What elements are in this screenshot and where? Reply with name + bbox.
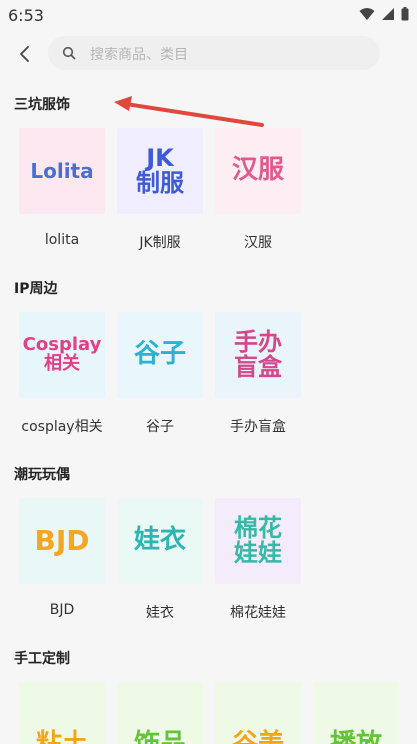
category-thumb: Lolita (19, 128, 105, 214)
category-thumb: 娃衣 (117, 498, 203, 584)
category-label: 手办盲盒 (230, 419, 286, 435)
category-item[interactable]: 饰品 (112, 682, 212, 744)
category-label: cosplay相关 (21, 419, 103, 435)
thumb-art: Cosplay 相关 (22, 334, 102, 374)
section-sankeng: 三坑服饰 Lolita lolita JK 制服 JK制服 汉服 汉服 (0, 80, 417, 264)
category-thumb: 手办 盲盒 (215, 312, 301, 398)
thumb-art: 汉服 (231, 155, 284, 186)
category-item[interactable]: 手办 盲盒 手办盲盒 (210, 312, 310, 442)
thumb-art: Lolita (30, 158, 94, 183)
signal-icon (382, 8, 394, 20)
top-bar: 搜索商品、类目 (0, 30, 417, 78)
category-thumb: 汉服 (215, 128, 301, 214)
thumb-art: 饰品 (134, 731, 186, 744)
category-item[interactable]: 播放 (308, 682, 408, 744)
section-title: 潮玩玩偶 (14, 467, 70, 483)
chevron-left-icon (20, 46, 29, 62)
thumb-art: 粘土 (36, 731, 88, 744)
back-button[interactable] (10, 40, 38, 68)
section-title: 三坑服饰 (14, 97, 70, 113)
category-thumb: 饰品 (117, 682, 203, 744)
thumb-art: JK 制服 (136, 143, 184, 197)
category-thumb: 谷美 (215, 682, 301, 744)
category-thumb: 棉花 娃娃 (215, 498, 301, 584)
category-thumb: JK 制服 (117, 128, 203, 214)
category-label: 棉花娃娃 (230, 605, 286, 621)
category-thumb: 粘土 (19, 682, 105, 744)
section-title: 手工定制 (14, 651, 70, 667)
thumb-art: BJD (34, 524, 90, 558)
section-title: IP周边 (14, 281, 58, 297)
section-chaowan: 潮玩玩偶 BJD BJD 娃衣 娃衣 棉花 娃娃 棉花娃娃 (0, 448, 417, 632)
search-icon (62, 46, 76, 60)
category-label: JK制服 (139, 235, 181, 251)
category-item[interactable]: Cosplay 相关 cosplay相关 (14, 312, 114, 442)
status-icons (359, 7, 409, 21)
category-thumb: Cosplay 相关 (19, 312, 105, 398)
category-label: lolita (44, 232, 80, 248)
category-thumb: BJD (19, 498, 105, 584)
thumb-art: 播放 (330, 731, 382, 744)
category-item[interactable]: 汉服 汉服 (210, 128, 310, 258)
thumb-art: 棉花 娃娃 (234, 513, 282, 567)
category-label: 娃衣 (146, 605, 174, 621)
thumb-art: 谷美 (232, 731, 284, 744)
search-input[interactable]: 搜索商品、类目 (48, 36, 380, 70)
wifi-icon (359, 8, 375, 20)
thumb-art: 谷子 (133, 339, 186, 370)
search-placeholder: 搜索商品、类目 (90, 47, 188, 63)
category-item[interactable]: BJD BJD (14, 498, 114, 628)
section-shougong: 手工定制 粘土 饰品 谷美 播放 (0, 632, 417, 744)
thumb-art: 娃衣 (133, 525, 186, 556)
category-item[interactable]: JK 制服 JK制服 (112, 128, 212, 258)
status-bar: 6:53 (0, 0, 417, 30)
category-item[interactable]: Lolita lolita (14, 128, 114, 258)
battery-icon (401, 7, 409, 21)
category-thumb: 谷子 (117, 312, 203, 398)
category-item[interactable]: 娃衣 娃衣 (112, 498, 212, 628)
category-thumb: 播放 (313, 682, 399, 744)
category-item[interactable]: 谷美 (210, 682, 310, 744)
category-item[interactable]: 粘土 (14, 682, 114, 744)
thumb-art: 手办 盲盒 (234, 327, 282, 381)
category-label: 谷子 (146, 419, 174, 435)
section-ip: IP周边 Cosplay 相关 cosplay相关 谷子 谷子 手办 盲盒 手办… (0, 264, 417, 448)
status-time: 6:53 (8, 6, 44, 25)
category-label: 汉服 (244, 235, 272, 251)
category-label: BJD (49, 602, 75, 618)
category-item[interactable]: 棉花 娃娃 棉花娃娃 (210, 498, 310, 628)
category-item[interactable]: 谷子 谷子 (112, 312, 212, 442)
